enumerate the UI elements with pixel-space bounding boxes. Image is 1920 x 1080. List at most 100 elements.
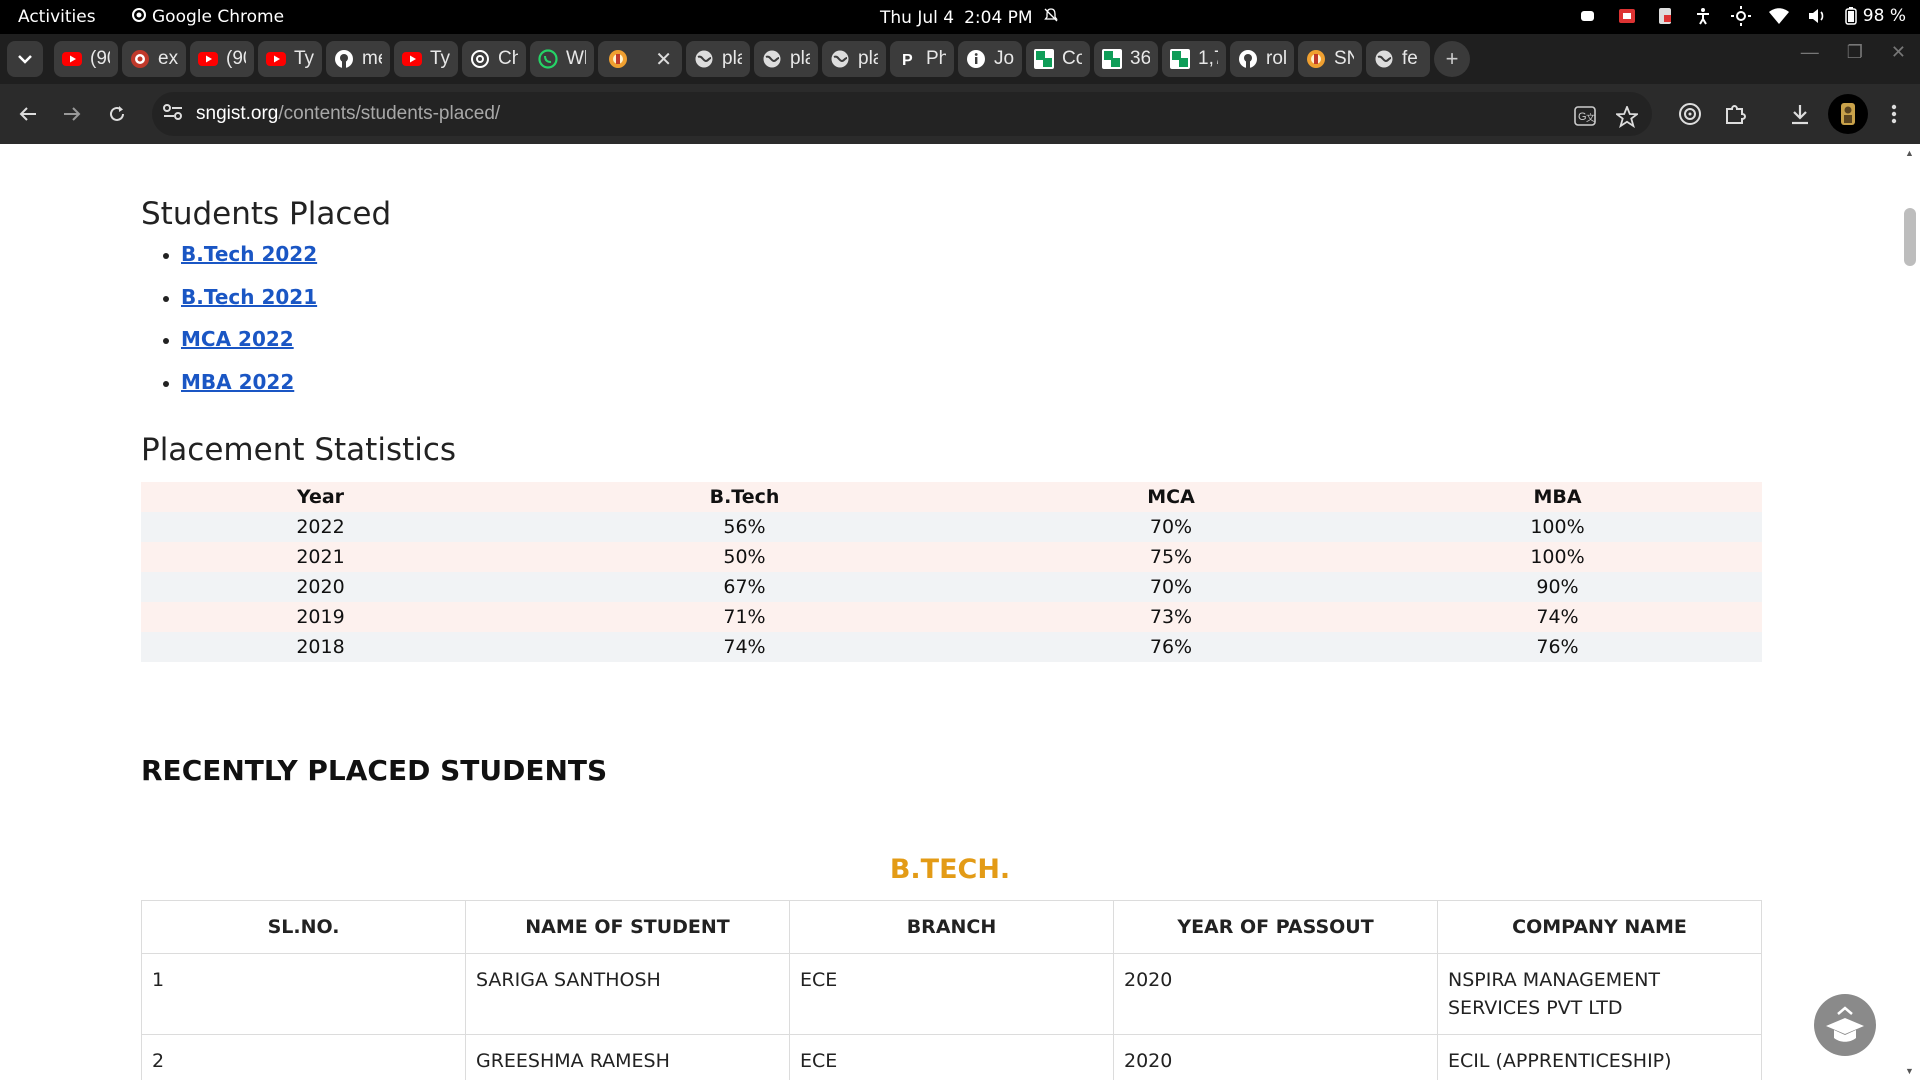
stats-cell: 2020	[296, 576, 345, 598]
translate-icon[interactable]: G文	[1574, 106, 1596, 131]
browser-tab[interactable]: me	[326, 41, 390, 77]
browser-tab[interactable]: P Ph	[890, 41, 954, 77]
system-tray[interactable]: 98 %	[1579, 6, 1906, 26]
browser-toolbar: sngist.org/contents/students-placed/ G文	[0, 84, 1920, 144]
close-window-icon[interactable]: ✕	[1891, 42, 1906, 63]
stats-cell: 50%	[723, 546, 766, 568]
tab-title: pla	[722, 48, 742, 69]
tab-title: Ch	[498, 48, 518, 69]
browser-tab[interactable]: Co	[1026, 41, 1090, 77]
time: 2:04 PM	[964, 7, 1033, 28]
placement-link[interactable]: MCA 2022	[181, 327, 294, 351]
placed-cell: ECIL (APPRENTICESHIP)	[1437, 1034, 1762, 1080]
placed-cell: 1	[141, 953, 466, 1035]
brightness-icon[interactable]	[1730, 6, 1751, 26]
placement-link[interactable]: MBA 2022	[181, 370, 294, 394]
placed-column-header: YEAR OF PASSOUT	[1113, 900, 1438, 954]
stats-cell: 76%	[1149, 636, 1193, 658]
browser-tab[interactable]: 1,7	[1162, 41, 1226, 77]
tab-title: SN	[1334, 48, 1354, 69]
stats-cell: 70%	[1149, 516, 1193, 538]
stats-row: 2018 74% 76% 76%	[141, 632, 1762, 662]
clipboard-icon[interactable]	[1655, 6, 1675, 26]
site-info-icon[interactable]	[162, 102, 188, 126]
stats-cell: 2019	[296, 606, 345, 628]
browser-tab[interactable]: pla	[822, 41, 886, 77]
tab-title: Co	[1062, 48, 1082, 69]
minimize-icon[interactable]: —	[1801, 42, 1819, 63]
browser-tab[interactable]: rol	[1230, 41, 1294, 77]
reload-button[interactable]	[103, 100, 131, 128]
scroll-down-icon[interactable]: ▼	[1905, 1066, 1914, 1076]
browser-tab[interactable]: pla	[754, 41, 818, 77]
placed-column-header: NAME OF STUDENT	[465, 900, 790, 954]
battery-indicator[interactable]: 98 %	[1845, 6, 1906, 26]
browser-tab[interactable]: SN	[1298, 41, 1362, 77]
scrollbar-thumb[interactable]	[1904, 208, 1916, 266]
placement-link[interactable]: B.Tech 2021	[181, 285, 317, 309]
download-icon[interactable]	[1786, 100, 1814, 128]
graduation-cap-button[interactable]	[1814, 994, 1876, 1056]
wifi-icon[interactable]	[1768, 6, 1789, 26]
placement-link-item: MCA 2022	[181, 327, 317, 370]
browser-tab[interactable]: Wh	[530, 41, 594, 77]
stats-column-header: MBA	[1533, 486, 1582, 508]
p-icon: P	[898, 49, 918, 69]
svg-text:文: 文	[1586, 112, 1595, 123]
browser-tab[interactable]: ✕	[598, 41, 682, 77]
url-domain: sngist.org	[196, 103, 279, 124]
tab-search-button[interactable]	[7, 41, 43, 77]
stats-cell: 71%	[723, 606, 766, 628]
forward-button[interactable]	[58, 100, 86, 128]
maximize-icon[interactable]: ❐	[1847, 42, 1863, 63]
browser-tab[interactable]: pla	[686, 41, 750, 77]
tab-title: Wh	[566, 48, 586, 69]
browser-tab[interactable]: Ch	[462, 41, 526, 77]
address-bar[interactable]: sngist.org/contents/students-placed/ G文	[152, 92, 1652, 136]
app-menu[interactable]: Google Chrome	[132, 7, 284, 27]
browser-tab[interactable]: Typ	[394, 41, 458, 77]
placed-cell: 2020	[1113, 953, 1438, 1035]
chevron-down-icon	[18, 55, 32, 64]
coffee-icon[interactable]	[1579, 6, 1599, 26]
scroll-up-icon[interactable]: ▲	[1905, 148, 1914, 158]
browser-tab[interactable]: (90	[190, 41, 254, 77]
browser-tab[interactable]: Jo	[958, 41, 1022, 77]
globe-icon	[830, 49, 850, 69]
stats-row: 2020 67% 70% 90%	[141, 572, 1762, 602]
new-tab-button[interactable]: +	[1434, 41, 1470, 77]
profile-avatar[interactable]	[1828, 94, 1868, 134]
extension-target-icon[interactable]	[1676, 100, 1704, 128]
stats-row: 2019 71% 73% 74%	[141, 602, 1762, 632]
placed-cell: NSPIRA MANAGEMENT SERVICES PVT LTD	[1437, 953, 1762, 1035]
browser-tab[interactable]: 36	[1094, 41, 1158, 77]
placed-cell: 2	[141, 1034, 466, 1080]
tab-title: Typ	[430, 48, 450, 69]
clock[interactable]: Thu Jul 4 2:04 PM	[880, 7, 1059, 28]
page-scrollbar[interactable]: ▲ ▼	[1900, 144, 1920, 1080]
browser-tab[interactable]: Typ	[258, 41, 322, 77]
url-path: /contents/students-placed/	[278, 103, 501, 124]
browser-tab[interactable]: (90	[54, 41, 118, 77]
tab-title: (90	[226, 48, 246, 69]
tab-title: fe	[1402, 48, 1418, 69]
screen-record-icon[interactable]	[1617, 6, 1637, 26]
placement-link[interactable]: B.Tech 2022	[181, 242, 317, 266]
system-top-bar: Activities Google Chrome Thu Jul 4 2:04 …	[0, 0, 1920, 34]
placed-cell: SARIGA SANTHOSH	[465, 953, 790, 1035]
close-tab-icon[interactable]: ✕	[655, 47, 672, 72]
sheets-icon	[1034, 49, 1054, 69]
chrome-menu-icon[interactable]	[1880, 100, 1908, 128]
avatar-icon	[1841, 103, 1855, 125]
window-controls: — ❐ ✕	[1801, 42, 1906, 63]
accessibility-icon[interactable]	[1693, 6, 1713, 26]
browser-tab[interactable]: fe	[1366, 41, 1430, 77]
bookmark-star-icon[interactable]	[1614, 104, 1640, 133]
sheets-icon	[1102, 49, 1122, 69]
placement-statistics-table: Year B.Tech MCA MBA 2022 56% 70% 100% 2021 50% 75…	[141, 482, 1762, 662]
browser-tab[interactable]: exp	[122, 41, 186, 77]
extensions-puzzle-icon[interactable]	[1721, 100, 1749, 128]
volume-icon[interactable]	[1807, 6, 1827, 26]
back-button[interactable]	[14, 100, 42, 128]
activities-button[interactable]: Activities	[18, 7, 96, 27]
